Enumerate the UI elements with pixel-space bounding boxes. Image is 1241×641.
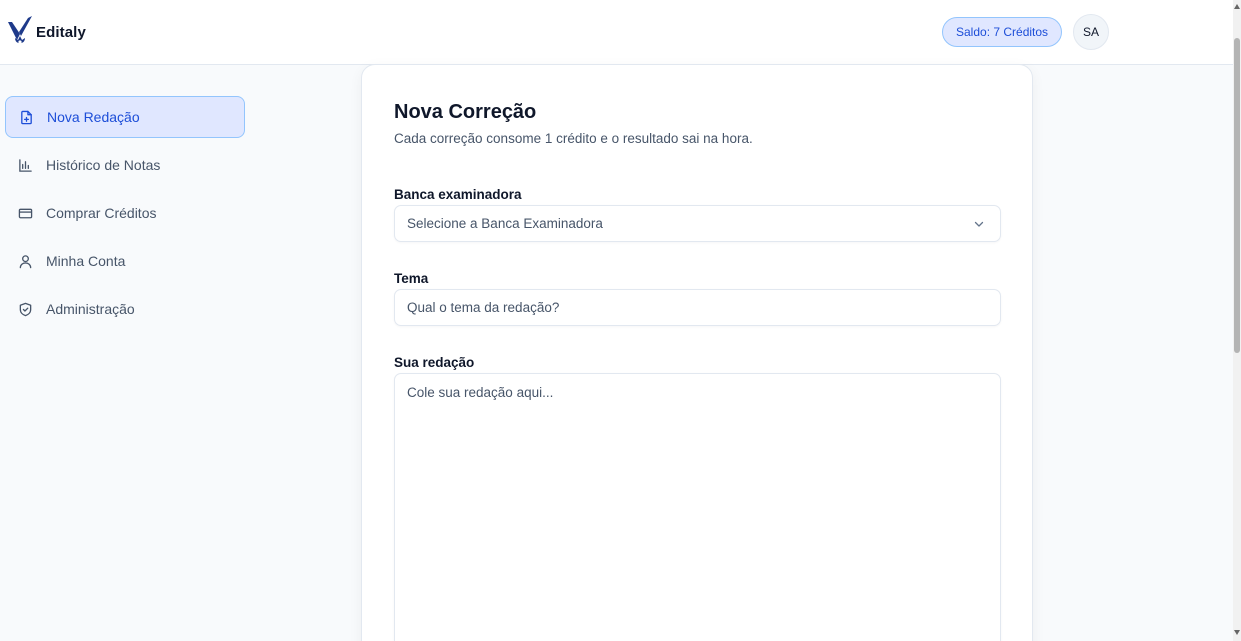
top-bar: Editaly Saldo: 7 Créditos SA [0, 0, 1233, 65]
scroll-up-arrow-icon[interactable] [1234, 4, 1240, 9]
tema-label: Tema [394, 271, 429, 286]
correction-form-card: Nova Correção Cada correção consome 1 cr… [361, 64, 1033, 641]
sidebar-item-minha-conta[interactable]: Minha Conta [5, 240, 245, 282]
banca-select-value: Selecione a Banca Examinadora [407, 216, 603, 231]
sidebar-item-label: Comprar Créditos [46, 205, 157, 221]
chevron-down-icon [974, 221, 984, 227]
credits-balance-badge[interactable]: Saldo: 7 Créditos [942, 17, 1063, 47]
scroll-down-arrow-icon[interactable] [1234, 630, 1240, 635]
bar-chart-icon [19, 158, 32, 172]
shield-check-icon [19, 302, 32, 316]
page-title: Nova Correção [394, 101, 537, 123]
sidebar-item-historico-de-notas[interactable]: Histórico de Notas [5, 144, 245, 186]
banca-select[interactable]: Selecione a Banca Examinadora [394, 205, 1001, 242]
redacao-textarea[interactable] [394, 373, 1001, 641]
sidebar-item-label: Administração [46, 301, 135, 317]
sidebar-item-label: Minha Conta [46, 253, 126, 269]
brand-name: Editaly [36, 23, 86, 41]
scrollbar-thumb[interactable] [1234, 38, 1240, 353]
sidebar-item-label: Histórico de Notas [46, 157, 161, 173]
editaly-logo-icon [8, 16, 32, 44]
sidebar-item-administracao[interactable]: Administração [5, 288, 245, 330]
sidebar-item-comprar-creditos[interactable]: Comprar Créditos [5, 192, 245, 234]
tema-input[interactable] [394, 289, 1001, 326]
brand-logo[interactable]: Editaly [6, 14, 86, 50]
page-subtitle: Cada correção consome 1 crédito e o resu… [394, 131, 753, 146]
credit-card-icon [18, 208, 33, 218]
sidebar-item-label: Nova Redação [47, 109, 140, 125]
user-icon [19, 254, 32, 268]
banca-label: Banca examinadora [394, 187, 522, 202]
page-scrollbar[interactable] [1233, 0, 1241, 641]
redacao-label: Sua redação [394, 355, 475, 370]
sidebar-item-nova-redacao[interactable]: Nova Redação [5, 96, 245, 138]
file-plus-icon [21, 110, 32, 124]
user-avatar[interactable]: SA [1073, 14, 1109, 50]
